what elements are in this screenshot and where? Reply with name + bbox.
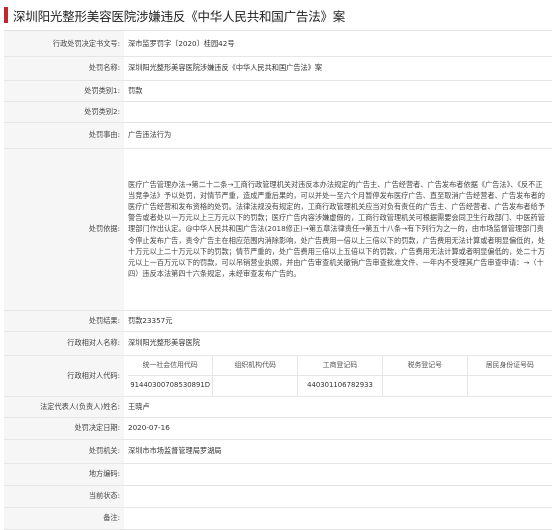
title-bar: 深圳阳光整形美容医院涉嫌违反《中华人民共和国广告法》案 (4, 4, 552, 26)
code-value (381, 375, 468, 396)
code-subtable: 统一社会信用代码 组织机构代码 工商登记码 税务登记号 居民身份证号码 9144… (128, 355, 552, 396)
code-value (212, 375, 298, 396)
code-header: 统一社会信用代码 (128, 355, 213, 376)
table-row: 行政相对人名称: 深圳阳光整形美容医院 (4, 331, 552, 356)
table-row: 处罚名称: 深圳阳光整形美容医院涉嫌违反《中华人民共和国广告法》案 (4, 56, 552, 81)
field-label: 行政处罚决定书文号: (4, 31, 124, 57)
field-label: 处罚事由: (4, 122, 124, 149)
table-row: 法定代表人(负责人)姓名: 王晓卢 (4, 396, 552, 418)
penalty-basis-text: 医疗广告管理办法→第二十二条→工商行政管理机关对违反本办法规定的广告主、广告经营… (124, 148, 552, 311)
field-label: 处罚决定日期: (4, 417, 124, 440)
field-value: 深圳阳光整形美容医院涉嫌违反《中华人民共和国广告法》案 (124, 56, 552, 81)
title-accent-bar (4, 7, 8, 23)
code-header-row: 统一社会信用代码 组织机构代码 工商登记码 税务登记号 居民身份证号码 (128, 355, 552, 376)
field-label: 处罚类别1: (4, 80, 124, 102)
field-value: 广告违法行为 (124, 122, 552, 149)
code-value: 91440300708530891D (130, 381, 211, 390)
field-value (124, 507, 552, 530)
table-row: 当前状态: (4, 485, 552, 508)
field-value (124, 101, 552, 123)
table-row: 处罚事由: 广告违法行为 (4, 122, 552, 149)
table-row: 备注: (4, 507, 552, 530)
field-label: 处罚结果: (4, 310, 124, 332)
field-value (124, 463, 552, 486)
code-header: 居民身份证号码 (466, 355, 552, 376)
field-value: 罚款23357元 (124, 310, 552, 332)
code-header: 税务登记号 (381, 355, 468, 376)
code-cell: 统一社会信用代码 组织机构代码 工商登记码 税务登记号 居民身份证号码 9144… (124, 355, 552, 397)
field-label: 处罚依据: (4, 148, 124, 311)
field-label: 处罚类别2: (4, 101, 124, 123)
code-value (466, 375, 552, 396)
field-label: 法定代表人(负责人)姓名: (4, 396, 124, 418)
field-value: 深市监罗罚字〔2020〕桂园42号 (124, 31, 552, 57)
table-row: 处罚机关: 深圳市市场监督管理局罗湖局 (4, 439, 552, 464)
penalty-info-table: 行政处罚决定书文号: 深市监罗罚字〔2020〕桂园42号 处罚名称: 深圳阳光整… (4, 31, 552, 530)
table-row: 处罚类别2: (4, 101, 552, 123)
table-row: 地方编码: (4, 463, 552, 486)
field-label: 处罚机关: (4, 439, 124, 464)
table-row: 处罚决定日期: 2020-07-16 (4, 417, 552, 440)
table-row: 处罚结果: 罚款23357元 (4, 310, 552, 332)
field-label: 行政相对人名称: (4, 331, 124, 356)
page-title: 深圳阳光整形美容医院涉嫌违反《中华人民共和国广告法》案 (13, 8, 346, 24)
field-value: 2020-07-16 (124, 417, 552, 440)
field-label: 处罚名称: (4, 56, 124, 81)
code-value-row: 91440300708530891D 440301106782933 (128, 375, 552, 396)
field-label: 当前状态: (4, 485, 124, 508)
table-row: 处罚依据: 医疗广告管理办法→第二十二条→工商行政管理机关对违反本办法规定的广告… (4, 148, 552, 311)
field-label: 行政相对人代码: (4, 355, 124, 397)
table-row: 行政处罚决定书文号: 深市监罗罚字〔2020〕桂园42号 (4, 31, 552, 57)
code-header: 工商登记码 (297, 355, 383, 376)
field-value (124, 485, 552, 508)
field-value: 深圳阳光整形美容医院 (124, 331, 552, 356)
code-header: 组织机构代码 (212, 355, 298, 376)
table-row: 行政相对人代码: 统一社会信用代码 组织机构代码 工商登记码 税务登记号 居民身… (4, 355, 552, 397)
table-row: 处罚类别1: 罚款 (4, 80, 552, 102)
field-value: 王晓卢 (124, 396, 552, 418)
field-value: 深圳市市场监督管理局罗湖局 (124, 439, 552, 464)
field-label: 备注: (4, 507, 124, 530)
penalty-info-sheet: 行政处罚决定书文号: 深市监罗罚字〔2020〕桂园42号 处罚名称: 深圳阳光整… (4, 30, 552, 530)
field-label: 地方编码: (4, 463, 124, 486)
field-value: 罚款 (124, 80, 552, 102)
code-value: 440301106782933 (297, 375, 383, 396)
